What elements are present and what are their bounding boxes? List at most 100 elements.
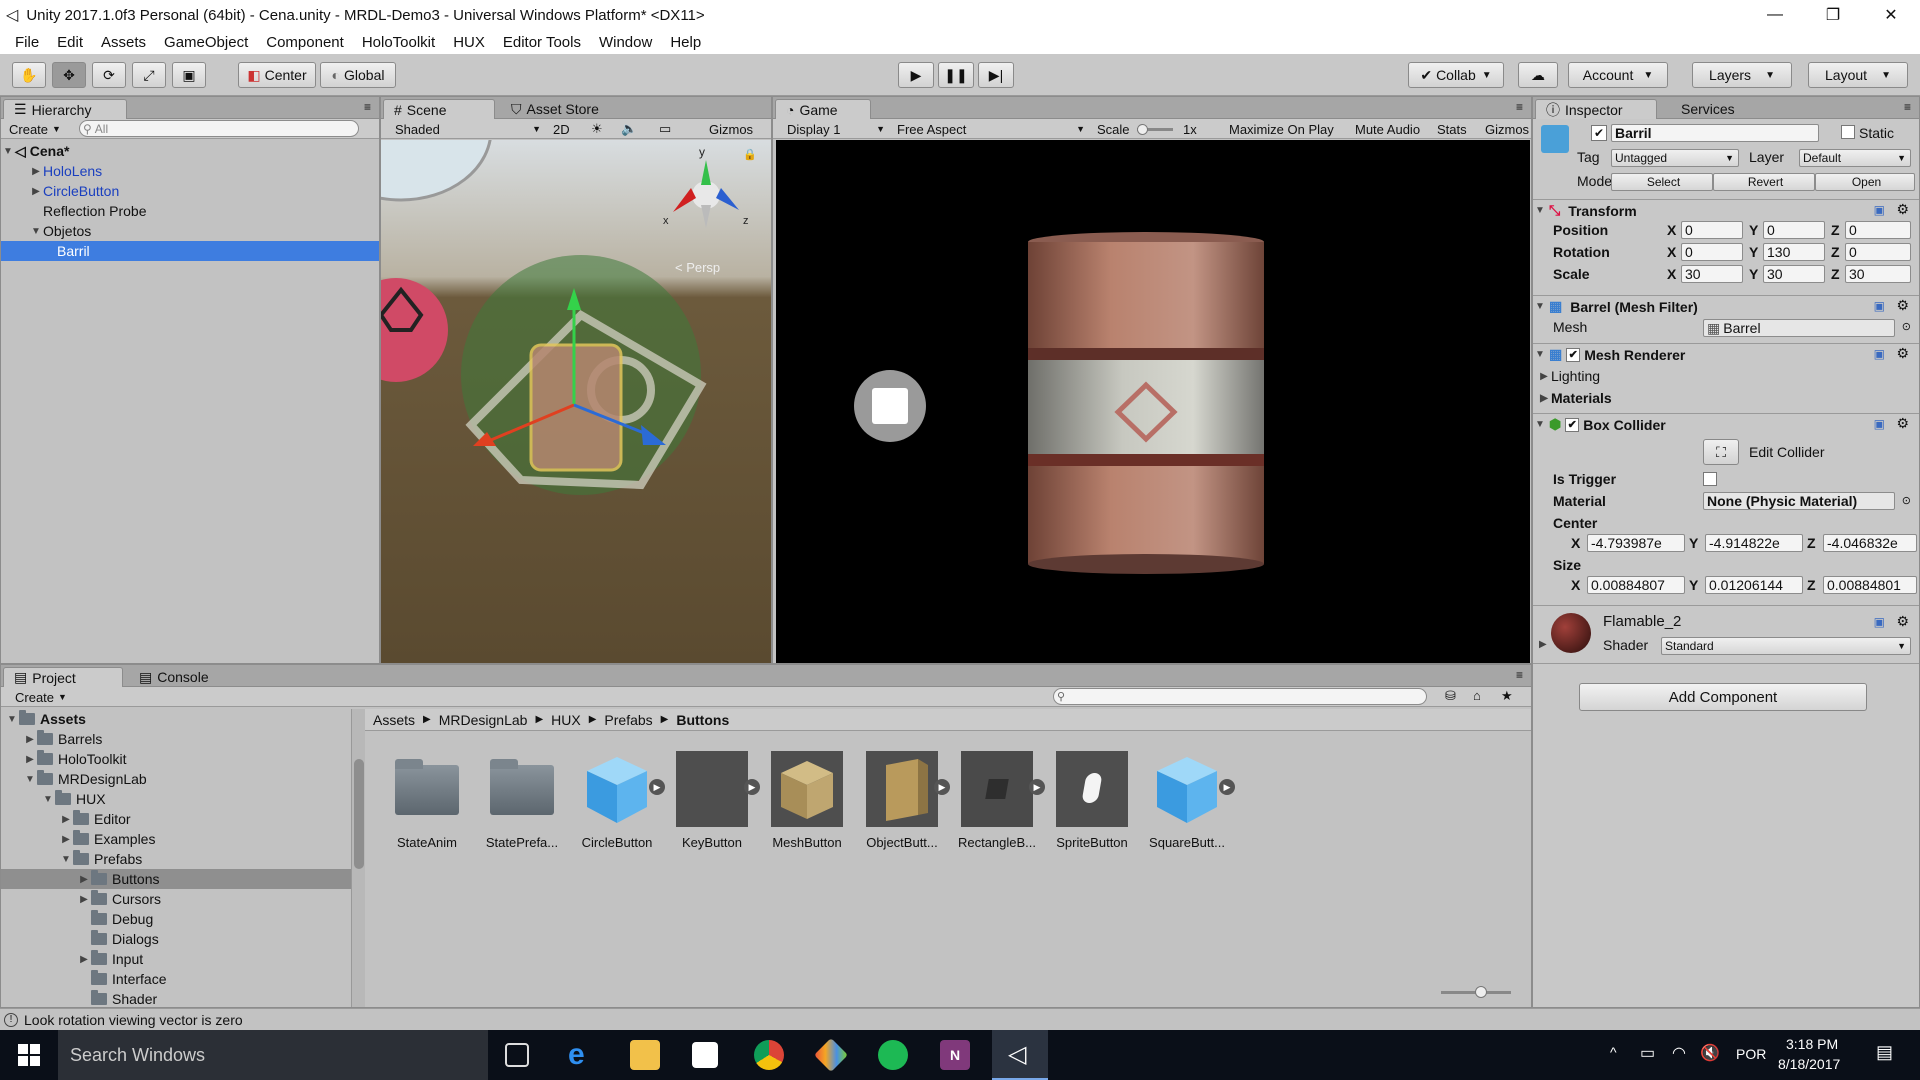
project-tree-item[interactable]: ▶ Examples bbox=[1, 829, 351, 849]
transform-scale-y-input[interactable]: 30 bbox=[1763, 265, 1825, 283]
asset-item[interactable]: ▶ RectangleB... bbox=[955, 751, 1045, 850]
menu-help[interactable]: Help bbox=[661, 34, 710, 51]
lighting-toggle[interactable]: ☀ bbox=[591, 120, 603, 138]
model-open-button[interactable]: Open bbox=[1815, 173, 1915, 191]
asset-item[interactable]: ▶ KeyButton bbox=[670, 751, 760, 850]
object-picker-icon[interactable]: ⊙ bbox=[1902, 320, 1911, 333]
transform-rotation-y-input[interactable]: 130 bbox=[1763, 243, 1825, 261]
notification-icon[interactable]: ▤ bbox=[1876, 1042, 1893, 1063]
project-tree-item[interactable]: ▼ MRDesignLab bbox=[1, 769, 351, 789]
model-revert-button[interactable]: Revert bbox=[1713, 173, 1815, 191]
tab-game[interactable]: ◔ Game bbox=[775, 99, 871, 119]
file-explorer-icon[interactable] bbox=[630, 1040, 660, 1070]
hierarchy-search-input[interactable]: ⚲ All bbox=[79, 120, 359, 137]
game-viewport[interactable] bbox=[776, 140, 1530, 663]
expand-arrow-icon[interactable]: ▼ bbox=[5, 714, 19, 725]
asset-item[interactable]: StatePrefa... bbox=[480, 751, 564, 850]
help-book-icon[interactable]: ▣ bbox=[1874, 203, 1885, 217]
lock-icon[interactable]: 🔒 bbox=[743, 148, 757, 161]
rotate-tool-button[interactable]: ⟳ bbox=[92, 62, 126, 88]
settings-gear-icon[interactable]: ⚙ bbox=[1896, 415, 1909, 432]
scene-root-row[interactable]: ▼ ◁ Cena* bbox=[1, 141, 379, 161]
tab-project[interactable]: ▤ Project bbox=[3, 667, 123, 687]
layers-dropdown[interactable]: Layers ▼ bbox=[1692, 62, 1792, 88]
mode-2d-toggle[interactable]: 2D bbox=[553, 120, 570, 138]
icon-size-slider-thumb[interactable] bbox=[1475, 986, 1487, 998]
cloud-button[interactable]: ☁ bbox=[1518, 62, 1558, 88]
scale-slider-thumb[interactable] bbox=[1137, 124, 1148, 135]
menu-editor-tools[interactable]: Editor Tools bbox=[494, 34, 590, 51]
gizmos-dropdown[interactable]: Gizmos bbox=[709, 120, 753, 138]
persp-label[interactable]: < Persp bbox=[675, 260, 720, 275]
hand-tool-button[interactable]: ✋ bbox=[12, 62, 46, 88]
breadcrumb-buttons[interactable]: Buttons bbox=[676, 712, 729, 728]
spotify-icon[interactable] bbox=[878, 1040, 908, 1070]
maximize-on-play-toggle[interactable]: Maximize On Play bbox=[1229, 120, 1334, 138]
settings-gear-icon[interactable]: ⚙ bbox=[1896, 613, 1909, 630]
store-icon[interactable] bbox=[692, 1042, 718, 1068]
breadcrumb-mrdesignlab[interactable]: MRDesignLab bbox=[439, 712, 528, 728]
project-tree-item[interactable]: Dialogs bbox=[1, 929, 351, 949]
mesh-renderer-checkbox[interactable]: ✔ bbox=[1566, 347, 1581, 362]
stats-toggle[interactable]: Stats bbox=[1437, 120, 1467, 138]
icon-size-slider[interactable] bbox=[1441, 986, 1511, 998]
settings-gear-icon[interactable]: ⚙ bbox=[1896, 201, 1909, 218]
is-trigger-checkbox[interactable] bbox=[1703, 472, 1717, 486]
close-button[interactable]: ✕ bbox=[1862, 5, 1920, 25]
expand-arrow-icon[interactable]: ▼ bbox=[59, 854, 73, 865]
add-component-button[interactable]: Add Component bbox=[1579, 683, 1867, 711]
expand-arrow-icon[interactable]: ▼ bbox=[41, 794, 55, 805]
display-dropdown[interactable]: Display 1 ▼ bbox=[787, 120, 887, 138]
collab-dropdown[interactable]: ✔ Collab ▼ bbox=[1408, 62, 1504, 88]
shader-dropdown[interactable]: Standard ▼ bbox=[1661, 637, 1911, 655]
transform-rotation-x-input[interactable]: 0 bbox=[1681, 243, 1743, 261]
tab-hierarchy[interactable]: ☰ Hierarchy bbox=[3, 99, 127, 119]
language-indicator[interactable]: POR bbox=[1736, 1046, 1766, 1062]
center-x-input[interactable]: -4.793987e bbox=[1587, 534, 1685, 552]
hierarchy-item[interactable]: ▼ Objetos bbox=[1, 221, 379, 241]
project-tree-item[interactable]: Shader bbox=[1, 989, 351, 1007]
volume-icon[interactable]: 🔇 bbox=[1700, 1043, 1720, 1063]
chrome-icon[interactable] bbox=[754, 1040, 784, 1070]
object-picker-icon[interactable]: ⊙ bbox=[1902, 494, 1911, 507]
hierarchy-item[interactable]: Reflection Probe bbox=[1, 201, 379, 221]
tree-scrollbar-thumb[interactable] bbox=[354, 759, 364, 869]
expand-arrow-icon[interactable]: ▶ bbox=[77, 954, 91, 965]
favorite-star-icon[interactable]: ★ bbox=[1501, 688, 1513, 704]
tag-dropdown[interactable]: Untagged ▼ bbox=[1611, 149, 1739, 167]
layout-dropdown[interactable]: Layout ▼ bbox=[1808, 62, 1908, 88]
transform-header[interactable]: ▼ ⤡ Transform bbox=[1533, 199, 1919, 221]
tab-asset-store[interactable]: ⛉ Asset Store bbox=[501, 99, 609, 119]
status-message[interactable]: Look rotation viewing vector is zero bbox=[24, 1012, 243, 1028]
mute-audio-toggle[interactable]: Mute Audio bbox=[1355, 120, 1420, 138]
settings-gear-icon[interactable]: ⚙ bbox=[1896, 297, 1909, 314]
size-z-input[interactable]: 0.00884801 bbox=[1823, 576, 1917, 594]
tree-scrollbar[interactable] bbox=[351, 709, 365, 1007]
asset-item[interactable]: MeshButton bbox=[765, 751, 849, 850]
tab-inspector[interactable]: ⓘ Inspector bbox=[1535, 99, 1657, 119]
pivot-center-button[interactable]: ◧ Center bbox=[238, 62, 316, 88]
project-tree-item[interactable]: ▼ Assets bbox=[1, 709, 351, 729]
menu-holotoolkit[interactable]: HoloToolkit bbox=[353, 34, 444, 51]
menu-component[interactable]: Component bbox=[257, 34, 353, 51]
clock-time[interactable]: 3:18 PM bbox=[1786, 1036, 1838, 1052]
project-tree-item[interactable]: Debug bbox=[1, 909, 351, 929]
mesh-filter-header[interactable]: ▼ ▦ Barrel (Mesh Filter) bbox=[1533, 295, 1919, 317]
expand-arrow-icon[interactable]: ▶ bbox=[59, 834, 73, 845]
filter-type-icon[interactable]: ⛁ bbox=[1445, 688, 1456, 704]
gizmos-toggle[interactable]: Gizmos bbox=[1485, 120, 1529, 138]
minimize-button[interactable]: — bbox=[1746, 6, 1804, 24]
project-tree-item[interactable]: ▶ Barrels bbox=[1, 729, 351, 749]
gitkraken-icon[interactable] bbox=[814, 1038, 848, 1072]
account-dropdown[interactable]: Account ▼ bbox=[1568, 62, 1668, 88]
edit-collider-button[interactable]: ⛶ bbox=[1703, 439, 1739, 465]
lighting-foldout[interactable]: ▶ Lighting bbox=[1533, 365, 1919, 387]
tab-services[interactable]: Services bbox=[1671, 99, 1745, 119]
step-button[interactable]: ▶| bbox=[978, 62, 1014, 88]
transform-scale-x-input[interactable]: 30 bbox=[1681, 265, 1743, 283]
box-collider-checkbox[interactable]: ✔ bbox=[1565, 417, 1580, 432]
project-tree-item[interactable]: ▼ HUX bbox=[1, 789, 351, 809]
filter-label-icon[interactable]: ⌂ bbox=[1473, 688, 1481, 703]
model-select-button[interactable]: Select bbox=[1611, 173, 1713, 191]
expand-arrow-icon[interactable]: ▶ bbox=[23, 734, 37, 745]
